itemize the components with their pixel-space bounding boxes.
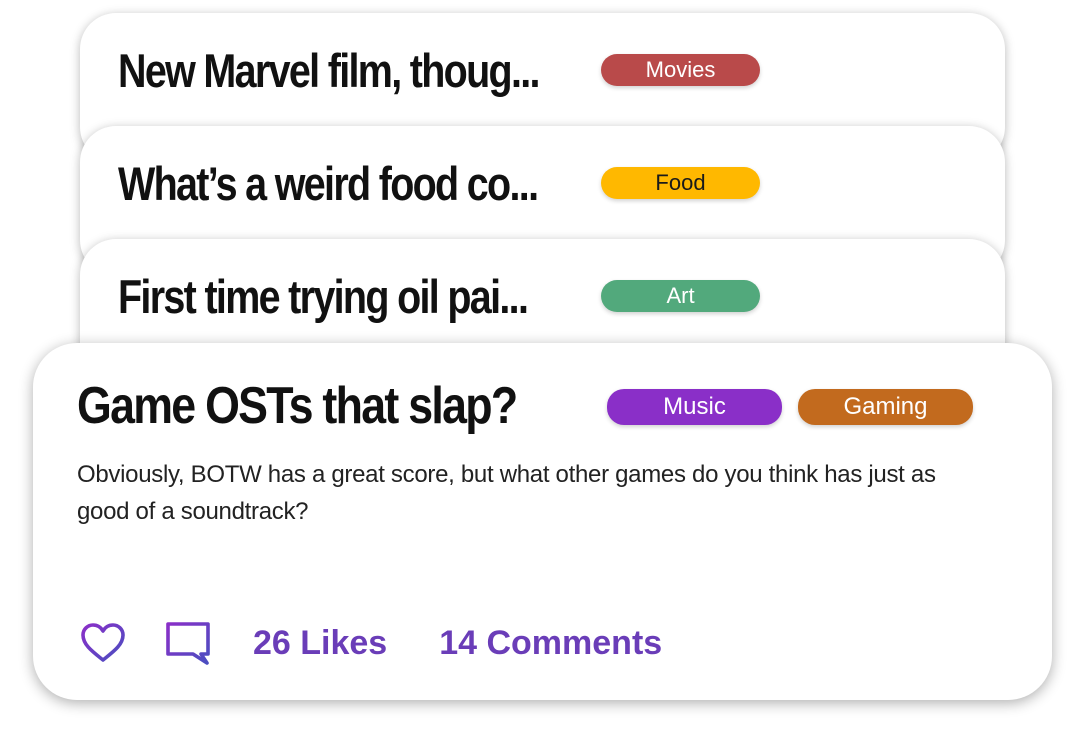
tag-art[interactable]: Art	[601, 280, 760, 312]
post-title: What’s a weird food co...	[118, 157, 539, 210]
post-stack: New Marvel film, thoug... Movies What’s …	[0, 0, 1081, 732]
tag-food[interactable]: Food	[601, 167, 760, 199]
post-title: Game OSTs that slap?	[77, 377, 518, 435]
tag-music[interactable]: Music	[607, 389, 782, 425]
post-actions: 26 Likes 14 Comments	[79, 618, 662, 668]
tag-gaming[interactable]: Gaming	[798, 389, 973, 425]
post-card-game-osts[interactable]: Game OSTs that slap? Music Gaming Obviou…	[33, 343, 1052, 700]
post-body: Obviously, BOTW has a great score, but w…	[77, 461, 936, 525]
tag-movies[interactable]: Movies	[601, 54, 760, 86]
likes-count[interactable]: 26 Likes	[253, 624, 387, 663]
comment-icon[interactable]	[163, 618, 213, 668]
post-title: First time trying oil pai...	[118, 270, 529, 323]
post-title: New Marvel film, thoug...	[118, 44, 541, 97]
heart-outline-icon[interactable]	[79, 619, 127, 667]
comments-count[interactable]: 14 Comments	[439, 624, 662, 663]
